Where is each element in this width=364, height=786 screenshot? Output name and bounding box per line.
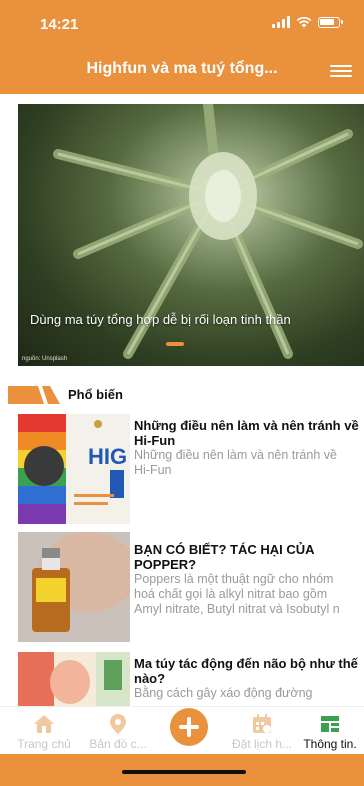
carousel-indicator (166, 342, 184, 346)
article-title: BẠN CÓ BIẾT? TÁC HẠI CỦA (134, 542, 315, 557)
tab-label: Trang chủ (17, 737, 71, 751)
article-title-cont: POPPER? (134, 557, 197, 572)
add-button[interactable] (170, 708, 208, 746)
article-title-cont: nào? (134, 671, 166, 686)
tab-label: Đặt lịch h... (231, 737, 293, 751)
section-stripe-icon (8, 386, 60, 404)
tab-home[interactable]: Trang chủ (8, 707, 80, 755)
tab-label: Thông tin. (303, 737, 357, 751)
article-desc-cont: hoá chất gọi là alkyl nitrat bao gồm (134, 587, 328, 601)
article-title: Những điều nên làm và nên tránh về (134, 418, 359, 433)
image-credit: nguồn: Unsplash (22, 356, 68, 362)
tab-booking[interactable]: Đặt lịch h... (226, 707, 298, 755)
wifi-icon (296, 16, 312, 28)
list-item[interactable]: BẠN CÓ BIẾT? TÁC HẠI CỦA POPPER? Poppers… (18, 532, 364, 642)
app-header: Highfun và ma tuý tổng... (0, 48, 364, 92)
tab-label: Bản đồ c... (89, 737, 147, 751)
home-icon (34, 715, 54, 733)
home-indicator[interactable] (122, 770, 246, 774)
list-item[interactable]: Ma túy tác động đến não bộ như thế nào? … (18, 652, 364, 706)
list-item[interactable]: HIG Những điều nên làm và nên tránh về H… (18, 414, 364, 524)
battery-icon (318, 16, 343, 28)
tab-map[interactable]: Bản đồ c... (82, 707, 154, 755)
article-desc-cont: Hi-Fun (134, 463, 172, 477)
svg-text:HIG: HIG (88, 444, 127, 469)
banner-caption: Dùng ma túy tổng hợp dễ bị rối loạn tinh… (30, 312, 291, 327)
top-bar: 14:21 Highfun và ma tuý tổng... (0, 0, 364, 94)
signal-icon (272, 16, 290, 28)
map-pin-icon (110, 714, 126, 734)
status-icons (272, 16, 343, 28)
article-thumbnail (18, 652, 130, 706)
section-title: Phổ biến (68, 387, 123, 402)
status-bar: 14:21 (0, 0, 364, 44)
page-title: Highfun và ma tuý tổng... (86, 60, 278, 77)
menu-icon[interactable] (330, 62, 352, 78)
article-desc: Bằng cách gây xáo động đường (134, 686, 313, 700)
article-thumbnail: HIG (18, 414, 130, 524)
calendar-icon (253, 714, 271, 733)
featured-banner[interactable]: Dùng ma túy tổng hợp dễ bị rối loạn tinh… (18, 104, 364, 366)
status-time: 14:21 (40, 16, 79, 33)
article-desc: Những điều nên làm và nên tránh về (134, 448, 337, 462)
article-desc-cont: Amyl nitrate, Butyl nitrat và Isobutyl n (134, 602, 340, 616)
article-desc: Poppers là một thuật ngữ cho nhóm (134, 572, 334, 586)
tab-info[interactable]: Thông tin. (296, 707, 364, 755)
article-thumbnail (18, 532, 130, 642)
home-indicator-bar (0, 754, 364, 786)
article-title: Ma túy tác động đến não bộ như thế (134, 656, 358, 671)
news-icon (321, 716, 339, 732)
article-title-cont: Hi-Fun (134, 433, 176, 448)
